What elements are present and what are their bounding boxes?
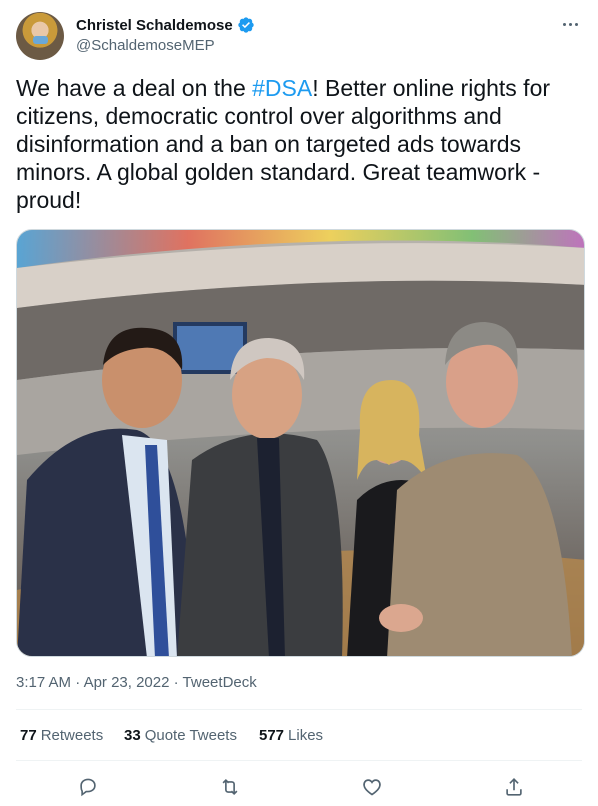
tweet-time[interactable]: 3:17 AM <box>16 674 71 691</box>
tweet-stats: 77 Retweets 33 Quote Tweets 577 Likes <box>20 727 323 744</box>
tweet-source[interactable]: TweetDeck <box>183 674 257 691</box>
tweet-text-before: We have a deal on the <box>16 75 253 101</box>
divider <box>16 709 582 710</box>
likes-stat[interactable]: 577 Likes <box>259 727 323 744</box>
avatar[interactable] <box>16 12 64 60</box>
quote-tweets-stat[interactable]: 33 Quote Tweets <box>124 727 259 744</box>
verified-badge-icon <box>238 17 254 33</box>
quote-tweets-count: 33 <box>124 727 141 744</box>
meta-separator-1: · <box>75 674 81 691</box>
retweets-stat[interactable]: 77 Retweets <box>20 727 124 744</box>
hashtag-link[interactable]: #DSA <box>252 75 312 101</box>
tweet-meta: 3:17 AM · Apr 23, 2022 · TweetDeck <box>16 674 257 691</box>
likes-count: 577 <box>259 727 285 744</box>
retweet-button[interactable] <box>213 770 247 804</box>
like-button[interactable] <box>355 770 389 804</box>
reply-icon <box>80 778 96 797</box>
quote-tweets-label: Quote Tweets <box>144 727 237 744</box>
author-name-row: Christel Schaldemose <box>76 16 255 34</box>
author-handle[interactable]: @SchaldemoseMEP <box>76 37 215 54</box>
photo-image <box>17 230 584 656</box>
share-icon <box>506 778 522 796</box>
divider <box>16 760 582 761</box>
tweet-photo[interactable] <box>16 229 585 657</box>
retweets-count: 77 <box>20 727 37 744</box>
reply-button[interactable] <box>71 770 105 804</box>
more-icon[interactable] <box>558 12 582 36</box>
tweet-actions <box>16 770 582 804</box>
tweet-text: We have a deal on the #DSA! Better onlin… <box>16 74 582 214</box>
tweet-date[interactable]: Apr 23, 2022 <box>84 674 170 691</box>
retweets-label: Retweets <box>40 727 104 744</box>
retweet-icon <box>222 778 238 796</box>
heart-icon <box>363 779 381 796</box>
tweet-header: Christel Schaldemose @SchaldemoseMEP <box>16 12 582 62</box>
likes-label: Likes <box>288 727 324 744</box>
meta-separator-2: · <box>173 674 179 691</box>
share-button[interactable] <box>497 770 531 804</box>
author-display-name[interactable]: Christel Schaldemose <box>76 17 233 34</box>
